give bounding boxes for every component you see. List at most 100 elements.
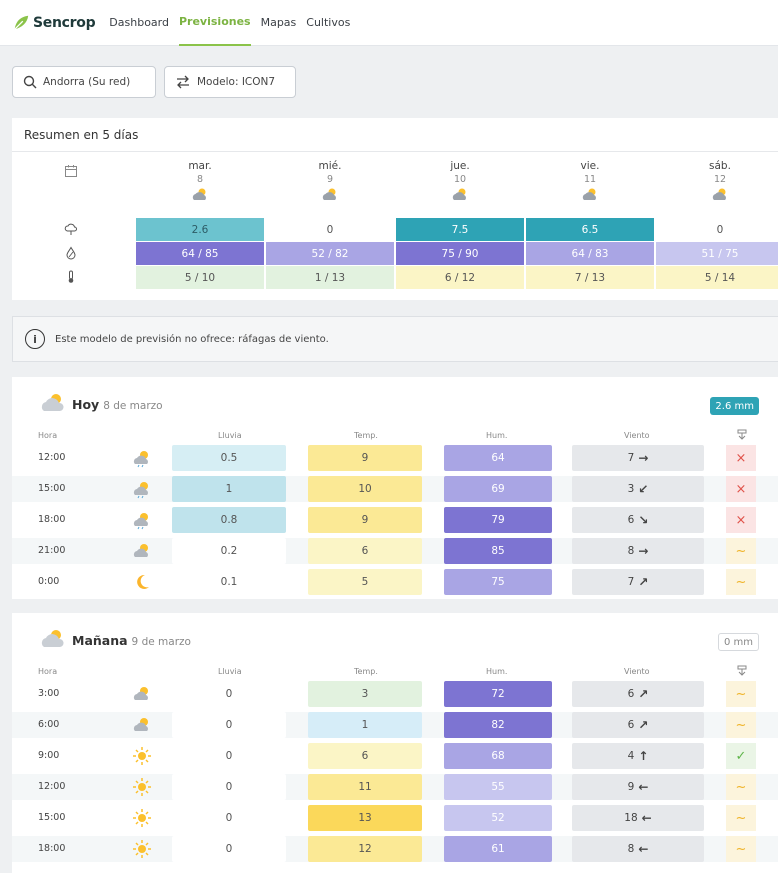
summary-day-1: mié. 9 <box>266 160 394 203</box>
summary-rain-cell: 0 <box>266 218 394 241</box>
wind-cell: 4 ↑ <box>572 743 704 769</box>
temp-value: 12 <box>308 836 422 862</box>
wind-direction-arrow-icon: ↗ <box>638 718 649 732</box>
humidity-drop-icon <box>66 246 76 260</box>
wind-speed: 6 <box>627 688 635 700</box>
wind-cell: 6 ↗ <box>572 681 704 707</box>
hour-label: 18:00 <box>38 514 66 525</box>
summary-temp-cell: 5 / 14 <box>656 266 778 289</box>
model-selector[interactable]: Modelo: ICON7 <box>164 66 296 98</box>
hour-label: 15:00 <box>38 483 66 494</box>
sun-icon <box>133 840 151 858</box>
temp-value: 5 <box>308 569 422 595</box>
wind-speed: 18 <box>624 812 638 824</box>
nav-mapas[interactable]: Mapas <box>261 0 297 46</box>
hour-label: 21:00 <box>38 545 66 556</box>
spray-condition-indicator: × <box>726 507 756 533</box>
temp-value: 1 <box>308 712 422 738</box>
rain-value: 0 <box>172 743 286 769</box>
spray-condition-indicator: ~ <box>726 569 756 595</box>
humidity-value: 55 <box>444 774 552 800</box>
humidity-value: 82 <box>444 712 552 738</box>
brand-name: Sencrop <box>33 14 96 31</box>
humidity-value: 61 <box>444 836 552 862</box>
wind-speed: 8 <box>627 545 635 557</box>
rain-value: 0.1 <box>172 569 286 595</box>
wind-speed: 3 <box>627 483 635 495</box>
top-nav: Sencrop Dashboard Previsiones Mapas Cult… <box>0 0 778 46</box>
table-row: 18:00 0.8 9 79 6 ↘ × <box>12 507 778 533</box>
wind-cell: 8 → <box>572 538 704 564</box>
summary-day-2: jue. 10 <box>396 160 524 203</box>
wind-col-header: Viento <box>624 667 650 676</box>
wind-direction-arrow-icon: ↑ <box>638 749 649 763</box>
leaf-logo-icon <box>14 15 29 30</box>
temp-value: 3 <box>308 681 422 707</box>
wind-direction-arrow-icon: ↗ <box>638 687 649 701</box>
day-title: Hoy <box>72 397 100 412</box>
rain-total-badge: 2.6 mm <box>710 397 759 415</box>
day-name: sáb. <box>709 160 731 172</box>
wind-direction-arrow-icon: ← <box>638 842 649 856</box>
nav-dashboard[interactable]: Dashboard <box>109 0 169 46</box>
table-row: 18:00 0 12 61 8 ← ~ <box>12 836 778 862</box>
tomorrow-header: Mañana 9 de marzo 0 mm <box>12 613 778 667</box>
sprayer-icon <box>737 665 747 676</box>
summary-day-3: vie. 11 <box>526 160 654 203</box>
rain-value: 0.5 <box>172 445 286 471</box>
table-row: 15:00 1 10 69 3 ↙ × <box>12 476 778 502</box>
spray-condition-indicator: ~ <box>726 681 756 707</box>
table-row: 9:00 0 6 68 4 ↑ ✓ <box>12 743 778 769</box>
hour-label: 0:00 <box>38 576 60 587</box>
hour-col-header: Hora <box>38 667 58 676</box>
location-selector[interactable]: Andorra (Su red) <box>12 66 156 98</box>
hum-col-header: Hum. <box>486 667 508 676</box>
wind-speed: 9 <box>627 781 635 793</box>
hour-label: 6:00 <box>38 719 60 730</box>
partly-cloudy-rain-icon <box>192 188 206 200</box>
summary-humidity-cell: 52 / 82 <box>266 242 394 265</box>
rain-col-header: Lluvia <box>218 431 242 440</box>
hour-col-header: Hora <box>38 431 58 440</box>
sencrop-logo[interactable]: Sencrop <box>12 14 96 32</box>
today-panel: Hoy 8 de marzo 2.6 mm Hora Lluvia Temp. Hum.… <box>12 377 778 599</box>
day-name: mar. <box>188 160 212 172</box>
day-name: vie. <box>580 160 600 172</box>
partly-cloudy-icon <box>41 394 64 411</box>
summary-rain-cell: 6.5 <box>526 218 654 241</box>
partly-cloudy-icon <box>133 718 148 731</box>
nav-previsiones[interactable]: Previsiones <box>178 0 251 46</box>
nav-cultivos[interactable]: Cultivos <box>306 0 350 46</box>
info-icon: i <box>25 329 45 349</box>
wind-direction-arrow-icon: ↙ <box>638 482 649 496</box>
wind-cell: 18 ← <box>572 805 704 831</box>
spray-condition-indicator: × <box>726 445 756 471</box>
wind-direction-arrow-icon: ↗ <box>638 575 649 589</box>
humidity-value: 85 <box>444 538 552 564</box>
rain-value: 1 <box>172 476 286 502</box>
sprayer-icon <box>737 429 747 440</box>
location-label: Andorra (Su red) <box>43 76 131 88</box>
sun-icon <box>133 809 151 827</box>
rain-value: 0 <box>172 805 286 831</box>
wind-speed: 7 <box>627 452 635 464</box>
spray-condition-indicator: ~ <box>726 836 756 862</box>
thermometer-icon <box>68 270 74 283</box>
cloudy-rain-icon <box>452 188 466 200</box>
table-row: 15:00 0 13 52 18 ← ~ <box>12 805 778 831</box>
hum-col-header: Hum. <box>486 431 508 440</box>
summary-temp-cell: 5 / 10 <box>136 266 264 289</box>
humidity-value: 75 <box>444 569 552 595</box>
wind-cell: 6 ↘ <box>572 507 704 533</box>
sun-icon <box>133 778 151 796</box>
summary-temp-cell: 7 / 13 <box>526 266 654 289</box>
spray-condition-indicator: ~ <box>726 774 756 800</box>
rain-value: 0.2 <box>172 538 286 564</box>
rain-cloud-icon <box>64 223 77 235</box>
temp-col-header: Temp. <box>354 667 378 676</box>
partly-cloudy-icon <box>133 513 148 530</box>
hour-label: 12:00 <box>38 781 66 792</box>
swap-arrows-icon <box>177 75 189 89</box>
model-info-notice: i Este modelo de previsión no ofrece: rá… <box>12 316 778 362</box>
partly-cloudy-icon <box>133 544 148 557</box>
